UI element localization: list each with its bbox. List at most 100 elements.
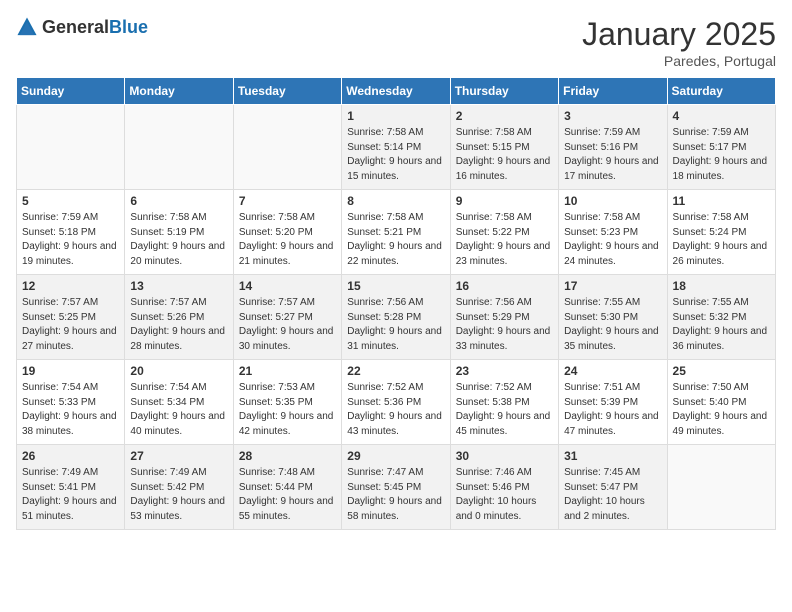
calendar-cell: 22 Sunrise: 7:52 AMSunset: 5:36 PMDayligh… [342, 360, 450, 445]
day-number: 21 [239, 364, 336, 378]
weekday-header: Tuesday [233, 78, 341, 105]
calendar-week-row: 19 Sunrise: 7:54 AMSunset: 5:33 PMDayligh… [17, 360, 776, 445]
calendar-cell: 12Sunrise: 7:57 AMSunset: 5:25 PMDayligh… [17, 275, 125, 360]
cell-content: Sunrise: 7:55 AMSunset: 5:30 PMDaylight:… [564, 296, 661, 354]
day-number: 6 [130, 194, 227, 208]
cell-content: Sunrise: 7:51 AMSunset: 5:39 PMDaylight:… [564, 381, 661, 439]
cell-content: Sunrise: 7:58 AMSunset: 5:22 PMDaylight:… [456, 211, 553, 269]
calendar-week-row: 26 Sunrise: 7:49 AMSunset: 5:41 PMDayligh… [17, 445, 776, 530]
day-number: 10 [564, 194, 661, 208]
day-number: 23 [456, 364, 553, 378]
cell-content: Sunrise: 7:58 AMSunset: 5:14 PMDaylight:… [347, 126, 444, 184]
calendar-cell: 11 Sunrise: 7:58 AMSunset: 5:24 PMDayligh… [667, 190, 775, 275]
calendar-cell: 20 Sunrise: 7:54 AMSunset: 5:34 PMDayligh… [125, 360, 233, 445]
calendar-cell: 14 Sunrise: 7:57 AMSunset: 5:27 PMDayligh… [233, 275, 341, 360]
day-number: 13 [130, 279, 227, 293]
calendar-cell: 28 Sunrise: 7:48 AMSunset: 5:44 PMDayligh… [233, 445, 341, 530]
cell-content: Sunrise: 7:58 AMSunset: 5:24 PMDaylight:… [673, 211, 770, 269]
day-number: 26 [22, 449, 119, 463]
day-number: 1 [347, 109, 444, 123]
calendar-cell: 27Sunrise: 7:49 AMSunset: 5:42 PMDayligh… [125, 445, 233, 530]
cell-content: Sunrise: 7:59 AMSunset: 5:17 PMDaylight:… [673, 126, 770, 184]
cell-content: Sunrise: 7:58 AMSunset: 5:21 PMDaylight:… [347, 211, 444, 269]
logo: GeneralBlue [16, 16, 148, 38]
calendar-cell: 23 Sunrise: 7:52 AMSunset: 5:38 PMDayligh… [450, 360, 558, 445]
title-block: January 2025 Paredes, Portugal [582, 16, 776, 69]
weekday-header: Friday [559, 78, 667, 105]
calendar-cell: 6 Sunrise: 7:58 AMSunset: 5:19 PMDaylight… [125, 190, 233, 275]
cell-content: Sunrise: 7:58 AMSunset: 5:20 PMDaylight:… [239, 211, 336, 269]
calendar-cell: 13 Sunrise: 7:57 AMSunset: 5:26 PMDayligh… [125, 275, 233, 360]
calendar-cell [17, 105, 125, 190]
calendar-cell: 7 Sunrise: 7:58 AMSunset: 5:20 PMDaylight… [233, 190, 341, 275]
day-number: 24 [564, 364, 661, 378]
calendar-cell: 15 Sunrise: 7:56 AMSunset: 5:28 PMDayligh… [342, 275, 450, 360]
cell-content: Sunrise: 7:49 AMSunset: 5:41 PMDaylight:… [22, 466, 119, 524]
calendar-cell: 1 Sunrise: 7:58 AMSunset: 5:14 PMDaylight… [342, 105, 450, 190]
day-number: 25 [673, 364, 770, 378]
cell-content: Sunrise: 7:58 AMSunset: 5:23 PMDaylight:… [564, 211, 661, 269]
day-number: 3 [564, 109, 661, 123]
day-number: 19 [22, 364, 119, 378]
cell-content: Sunrise: 7:46 AMSunset: 5:46 PMDaylight:… [456, 466, 553, 524]
day-number: 15 [347, 279, 444, 293]
day-number: 30 [456, 449, 553, 463]
weekday-header: Wednesday [342, 78, 450, 105]
day-number: 2 [456, 109, 553, 123]
weekday-header: Thursday [450, 78, 558, 105]
calendar-cell: 30 Sunrise: 7:46 AMSunset: 5:46 PMDayligh… [450, 445, 558, 530]
day-number: 14 [239, 279, 336, 293]
month-title: January 2025 [582, 16, 776, 53]
day-number: 7 [239, 194, 336, 208]
cell-content: Sunrise: 7:57 AMSunset: 5:27 PMDaylight:… [239, 296, 336, 354]
calendar-week-row: 1 Sunrise: 7:58 AMSunset: 5:14 PMDaylight… [17, 105, 776, 190]
cell-content: Sunrise: 7:52 AMSunset: 5:38 PMDaylight:… [456, 381, 553, 439]
cell-content: Sunrise: 7:59 AMSunset: 5:18 PMDaylight:… [22, 211, 119, 269]
cell-content: Sunrise: 7:57 AMSunset: 5:25 PMDaylight:… [22, 296, 119, 354]
cell-content: Sunrise: 7:52 AMSunset: 5:36 PMDaylight:… [347, 381, 444, 439]
calendar-cell: 24 Sunrise: 7:51 AMSunset: 5:39 PMDayligh… [559, 360, 667, 445]
calendar-cell: 10 Sunrise: 7:58 AMSunset: 5:23 PMDayligh… [559, 190, 667, 275]
calendar-cell: 31 Sunrise: 7:45 AMSunset: 5:47 PMDayligh… [559, 445, 667, 530]
calendar-cell [125, 105, 233, 190]
day-number: 29 [347, 449, 444, 463]
cell-content: Sunrise: 7:57 AMSunset: 5:26 PMDaylight:… [130, 296, 227, 354]
calendar-cell: 25 Sunrise: 7:50 AMSunset: 5:40 PMDayligh… [667, 360, 775, 445]
cell-content: Sunrise: 7:59 AMSunset: 5:16 PMDaylight:… [564, 126, 661, 184]
calendar-cell: 19 Sunrise: 7:54 AMSunset: 5:33 PMDayligh… [17, 360, 125, 445]
calendar-cell: 21 Sunrise: 7:53 AMSunset: 5:35 PMDayligh… [233, 360, 341, 445]
day-number: 28 [239, 449, 336, 463]
cell-content: Sunrise: 7:45 AMSunset: 5:47 PMDaylight:… [564, 466, 661, 524]
day-number: 17 [564, 279, 661, 293]
calendar-cell: 26 Sunrise: 7:49 AMSunset: 5:41 PMDayligh… [17, 445, 125, 530]
logo-icon [16, 16, 38, 38]
cell-content: Sunrise: 7:58 AMSunset: 5:15 PMDaylight:… [456, 126, 553, 184]
calendar-table: SundayMondayTuesdayWednesdayThursdayFrid… [16, 77, 776, 530]
cell-content: Sunrise: 7:50 AMSunset: 5:40 PMDaylight:… [673, 381, 770, 439]
location-label: Paredes, Portugal [582, 53, 776, 69]
calendar-week-row: 12Sunrise: 7:57 AMSunset: 5:25 PMDayligh… [17, 275, 776, 360]
day-number: 11 [673, 194, 770, 208]
cell-content: Sunrise: 7:56 AMSunset: 5:28 PMDaylight:… [347, 296, 444, 354]
calendar-cell: 5 Sunrise: 7:59 AMSunset: 5:18 PMDaylight… [17, 190, 125, 275]
calendar-cell: 29Sunrise: 7:47 AMSunset: 5:45 PMDayligh… [342, 445, 450, 530]
cell-content: Sunrise: 7:55 AMSunset: 5:32 PMDaylight:… [673, 296, 770, 354]
weekday-header-row: SundayMondayTuesdayWednesdayThursdayFrid… [17, 78, 776, 105]
logo-general-text: GeneralBlue [42, 17, 148, 38]
cell-content: Sunrise: 7:58 AMSunset: 5:19 PMDaylight:… [130, 211, 227, 269]
cell-content: Sunrise: 7:49 AMSunset: 5:42 PMDaylight:… [130, 466, 227, 524]
cell-content: Sunrise: 7:48 AMSunset: 5:44 PMDaylight:… [239, 466, 336, 524]
cell-content: Sunrise: 7:54 AMSunset: 5:34 PMDaylight:… [130, 381, 227, 439]
day-number: 18 [673, 279, 770, 293]
cell-content: Sunrise: 7:53 AMSunset: 5:35 PMDaylight:… [239, 381, 336, 439]
day-number: 22 [347, 364, 444, 378]
calendar-cell [233, 105, 341, 190]
weekday-header: Saturday [667, 78, 775, 105]
day-number: 8 [347, 194, 444, 208]
day-number: 31 [564, 449, 661, 463]
day-number: 5 [22, 194, 119, 208]
cell-content: Sunrise: 7:54 AMSunset: 5:33 PMDaylight:… [22, 381, 119, 439]
calendar-week-row: 5 Sunrise: 7:59 AMSunset: 5:18 PMDaylight… [17, 190, 776, 275]
day-number: 16 [456, 279, 553, 293]
day-number: 20 [130, 364, 227, 378]
